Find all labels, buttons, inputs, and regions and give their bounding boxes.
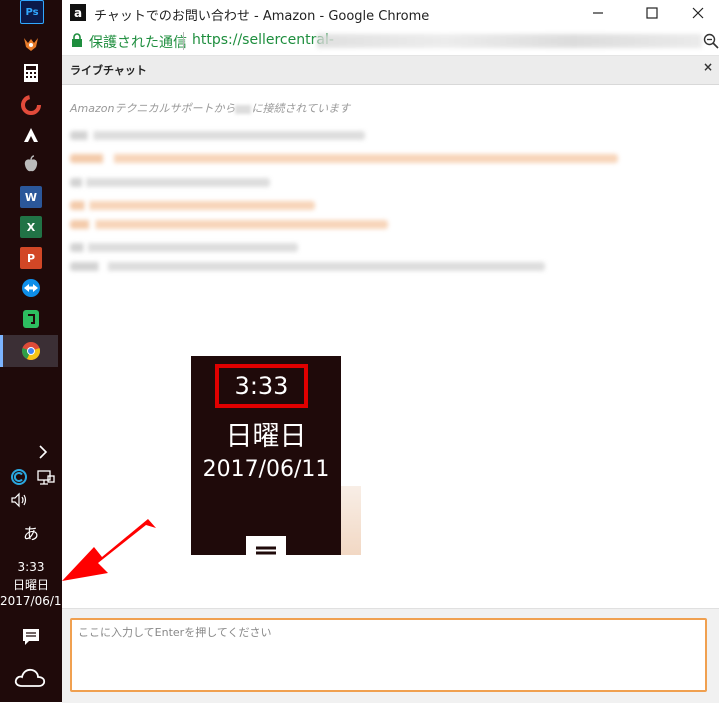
clock-time[interactable]: 3:33 — [0, 560, 62, 574]
calculator-icon[interactable] — [20, 62, 42, 84]
connection-status-prefix: Amazonテクニカルサポートから — [70, 102, 236, 115]
excel-icon[interactable]: X — [20, 216, 42, 238]
chat-message-redacted — [70, 262, 545, 271]
notification-center-icon[interactable] — [22, 628, 40, 650]
app-a-icon[interactable] — [20, 124, 42, 146]
red-arrow-annotation — [62, 519, 156, 581]
inset-edge-fragment — [341, 486, 361, 555]
chat-message-redacted — [70, 178, 270, 187]
app-fox-icon[interactable] — [20, 33, 42, 55]
inset-date: 2017/06/11 — [202, 457, 330, 482]
chat-input-area — [62, 608, 719, 703]
window-title: チャットでのお問い合わせ - Amazon - Google Chrome — [94, 9, 430, 24]
ccleaner-icon[interactable] — [20, 94, 42, 116]
volume-icon[interactable] — [10, 492, 30, 512]
lock-icon[interactable] — [71, 33, 83, 52]
powerpoint-icon[interactable]: P — [20, 247, 42, 269]
connection-status-suffix: に接続されています — [251, 102, 351, 115]
url-redacted — [317, 34, 702, 48]
url-text[interactable]: https://sellercentral- — [192, 32, 334, 48]
chat-message-redacted — [70, 220, 388, 229]
word-icon[interactable]: W — [20, 186, 42, 208]
address-separator — [183, 32, 184, 50]
copyright-c-icon[interactable] — [11, 469, 27, 489]
zoomed-clock-inset: 3:33 日曜日 2017/06/11 — [191, 356, 341, 555]
inset-notification-icon — [246, 536, 286, 555]
evernote-icon[interactable] — [20, 308, 42, 330]
cloud-icon[interactable] — [14, 666, 46, 692]
taskbar: Ps W X P あ 3:33 日曜日 2017/06/11 — [0, 0, 69, 702]
photoshop-icon[interactable]: Ps — [20, 0, 44, 24]
minimize-button[interactable] — [588, 3, 608, 23]
chat-message-redacted — [70, 243, 298, 252]
secure-connection-label[interactable]: 保護された通信 — [89, 32, 187, 52]
inset-day: 日曜日 — [225, 421, 307, 452]
address-bar[interactable]: 保護された通信 https://sellercentral- — [62, 28, 719, 56]
chat-transcript: Amazonテクニカルサポートから に接続されています — [62, 85, 719, 607]
amazon-logo-icon: a — [70, 4, 86, 21]
chat-message-redacted — [70, 154, 618, 163]
apple-icon[interactable] — [20, 153, 42, 175]
highlight-box — [215, 364, 308, 408]
chat-title: ライブチャット — [70, 64, 147, 77]
chat-message-input[interactable] — [70, 618, 707, 692]
chevron-right-icon[interactable] — [38, 444, 48, 463]
ime-indicator[interactable]: あ — [0, 520, 62, 544]
clock-date[interactable]: 2017/06/11 — [0, 594, 69, 608]
chat-header: ライブチャット × — [62, 56, 719, 85]
zoom-icon[interactable] — [703, 33, 719, 53]
chat-message-redacted — [70, 201, 315, 210]
title-bar: a チャットでのお問い合わせ - Amazon - Google Chrome — [62, 0, 719, 26]
teamviewer-icon[interactable] — [20, 277, 42, 299]
chat-close-button[interactable]: × — [703, 60, 713, 74]
chrome-icon[interactable] — [20, 340, 42, 362]
agent-name-redacted — [235, 104, 252, 114]
close-window-button[interactable] — [688, 3, 708, 23]
clock-day[interactable]: 日曜日 — [0, 576, 62, 593]
chat-message-redacted — [70, 131, 365, 140]
network-icon[interactable] — [37, 470, 55, 490]
maximize-button[interactable] — [642, 3, 662, 23]
taskbar-active-indicator — [0, 335, 3, 367]
connection-status: Amazonテクニカルサポートから に接続されています — [70, 100, 350, 116]
